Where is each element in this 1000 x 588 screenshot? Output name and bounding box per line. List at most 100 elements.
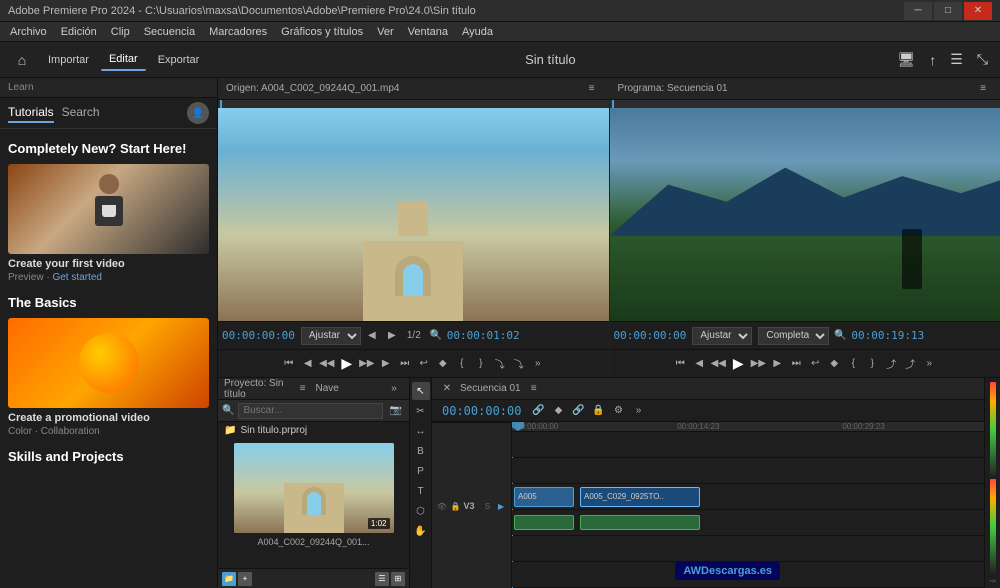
- program-timeline[interactable]: [610, 100, 1000, 108]
- src-marker-btn[interactable]: ◆: [434, 355, 452, 373]
- prg-in-mark-btn[interactable]: {: [844, 355, 862, 373]
- seq-settings-btn[interactable]: ⚙: [609, 402, 627, 420]
- prg-expand-btn[interactable]: »: [920, 355, 938, 373]
- seq-lock-btn[interactable]: 🔒: [589, 402, 607, 420]
- tool-text[interactable]: T: [412, 482, 430, 500]
- clip-a005[interactable]: A005: [514, 487, 574, 507]
- v3-sync-btn[interactable]: S: [482, 500, 494, 512]
- menu-archivo[interactable]: Archivo: [4, 24, 53, 40]
- v3-eye-btn[interactable]: 👁: [436, 500, 448, 512]
- clip-thumbnail[interactable]: 1:02: [234, 443, 394, 533]
- prg-marker-btn[interactable]: ◆: [825, 355, 843, 373]
- seq-snap-btn[interactable]: 🔗: [529, 402, 547, 420]
- v2-track-content[interactable]: [512, 458, 984, 483]
- source-in-button[interactable]: ◀: [363, 327, 381, 345]
- menu-icon[interactable]: ☰: [946, 49, 967, 70]
- source-menu-button[interactable]: ≡: [583, 80, 601, 98]
- program-full-select[interactable]: Completa: [758, 327, 829, 345]
- seq-close-btn[interactable]: ✕: [438, 380, 456, 398]
- v3-lock-btn[interactable]: 🔒: [450, 500, 462, 512]
- src-fwd-btn[interactable]: ▶▶: [358, 355, 376, 373]
- sequence-ruler[interactable]: 00:00:00:00 00:00:14:23 00:00:29:23: [512, 422, 984, 432]
- tab-tutorials[interactable]: Tutorials: [8, 103, 54, 123]
- src-insert-btn[interactable]: ⤵: [491, 355, 509, 373]
- new-item-icon[interactable]: +: [238, 572, 252, 586]
- tutorial-thumb-1[interactable]: [8, 164, 209, 254]
- prg-step-back-btn[interactable]: ⏮: [671, 355, 689, 373]
- card1-link[interactable]: Get started: [52, 272, 101, 283]
- tutorial-thumb-2[interactable]: [8, 318, 209, 408]
- project-file-item[interactable]: 📁 Sin titulo.prproj: [218, 422, 409, 439]
- menu-ventana[interactable]: Ventana: [402, 24, 454, 40]
- icon-thumb-view[interactable]: ⊞: [391, 572, 405, 586]
- project-search-input[interactable]: [238, 403, 383, 419]
- prg-loop-btn[interactable]: ↩: [806, 355, 824, 373]
- program-zoom-button[interactable]: 🔍: [831, 327, 849, 345]
- prg-step-fwd-btn[interactable]: ⏭: [787, 355, 805, 373]
- v1-track-content[interactable]: A005 A005_C029_0925TO..: [512, 484, 984, 509]
- tool-razor[interactable]: ✂: [412, 402, 430, 420]
- program-menu-button[interactable]: ≡: [974, 80, 992, 98]
- prg-out-mark-btn[interactable]: }: [863, 355, 881, 373]
- prg-frame-back-btn[interactable]: ◀: [690, 355, 708, 373]
- src-in-mark-btn[interactable]: {: [453, 355, 471, 373]
- tool-ripple[interactable]: B: [412, 442, 430, 460]
- project-expand-btn[interactable]: »: [385, 380, 403, 398]
- prg-lift-btn[interactable]: ⤴: [882, 355, 900, 373]
- src-overwrite-btn[interactable]: ⤵: [510, 355, 528, 373]
- tool-select[interactable]: ↖: [412, 382, 430, 400]
- prg-frame-fwd-btn[interactable]: ▶: [768, 355, 786, 373]
- clip-a005-c029[interactable]: A005_C029_0925TO..: [580, 487, 700, 507]
- fullscreen-icon[interactable]: ⤡: [973, 49, 992, 70]
- tool-shape[interactable]: ⬡: [412, 502, 430, 520]
- seq-expand-btn[interactable]: »: [629, 402, 647, 420]
- src-out-mark-btn[interactable]: }: [472, 355, 490, 373]
- prg-fwd-btn[interactable]: ▶▶: [749, 355, 767, 373]
- prg-back-btn[interactable]: ◀◀: [709, 355, 727, 373]
- menu-ver[interactable]: Ver: [371, 24, 400, 40]
- a1-track-content[interactable]: [512, 510, 984, 535]
- src-back-btn[interactable]: ◀◀: [318, 355, 336, 373]
- nav-exportar[interactable]: Exportar: [150, 50, 208, 70]
- menu-graficos[interactable]: Gráficos y títulos: [275, 24, 369, 40]
- source-timeline[interactable]: [218, 100, 609, 108]
- monitor-icon[interactable]: 🖥: [893, 49, 919, 70]
- new-bin-icon[interactable]: 📁: [222, 572, 236, 586]
- menu-clip[interactable]: Clip: [105, 24, 136, 40]
- seq-link-btn[interactable]: 🔗: [569, 402, 587, 420]
- source-zoom-button[interactable]: 🔍: [427, 327, 445, 345]
- src-frame-back-btn[interactable]: ◀: [299, 355, 317, 373]
- src-play-btn[interactable]: ▶: [337, 354, 357, 374]
- minimize-button[interactable]: ─: [904, 2, 932, 20]
- tab-search[interactable]: Search: [62, 103, 100, 123]
- menu-marcadores[interactable]: Marcadores: [203, 24, 273, 40]
- menu-ayuda[interactable]: Ayuda: [456, 24, 499, 40]
- home-button[interactable]: ⌂: [8, 46, 36, 74]
- src-expand-btn[interactable]: »: [529, 355, 547, 373]
- prg-extract-btn[interactable]: ⤴: [901, 355, 919, 373]
- tool-track-select[interactable]: ↔: [412, 422, 430, 440]
- seq-menu-btn[interactable]: ≡: [525, 380, 543, 398]
- avatar-icon[interactable]: 👤: [187, 102, 209, 124]
- export-icon[interactable]: ↑: [925, 50, 940, 70]
- audio-clip-1[interactable]: [514, 515, 574, 530]
- nav-editar[interactable]: Editar: [101, 49, 146, 71]
- source-fit-select[interactable]: Ajustar: [301, 327, 361, 345]
- tool-pen[interactable]: P: [412, 462, 430, 480]
- v3-target-btn[interactable]: ▶: [495, 500, 507, 512]
- program-fit-select[interactable]: Ajustar: [692, 327, 752, 345]
- tool-hand[interactable]: ✋: [412, 522, 430, 540]
- src-frame-fwd-btn[interactable]: ▶: [377, 355, 395, 373]
- close-button[interactable]: ✕: [964, 2, 992, 20]
- src-loop-btn[interactable]: ↩: [415, 355, 433, 373]
- nav-importar[interactable]: Importar: [40, 50, 97, 70]
- project-menu-btn[interactable]: ≡: [294, 380, 312, 398]
- src-step-fwd-btn[interactable]: ⏭: [396, 355, 414, 373]
- a2-track-content[interactable]: [512, 536, 984, 561]
- icon-list-view[interactable]: ☰: [375, 572, 389, 586]
- seq-marker-btn[interactable]: ◆: [549, 402, 567, 420]
- maximize-button[interactable]: □: [934, 2, 962, 20]
- menu-edicion[interactable]: Edición: [55, 24, 103, 40]
- project-clip-icon[interactable]: 📷: [387, 402, 405, 420]
- prg-play-btn[interactable]: ▶: [728, 354, 748, 374]
